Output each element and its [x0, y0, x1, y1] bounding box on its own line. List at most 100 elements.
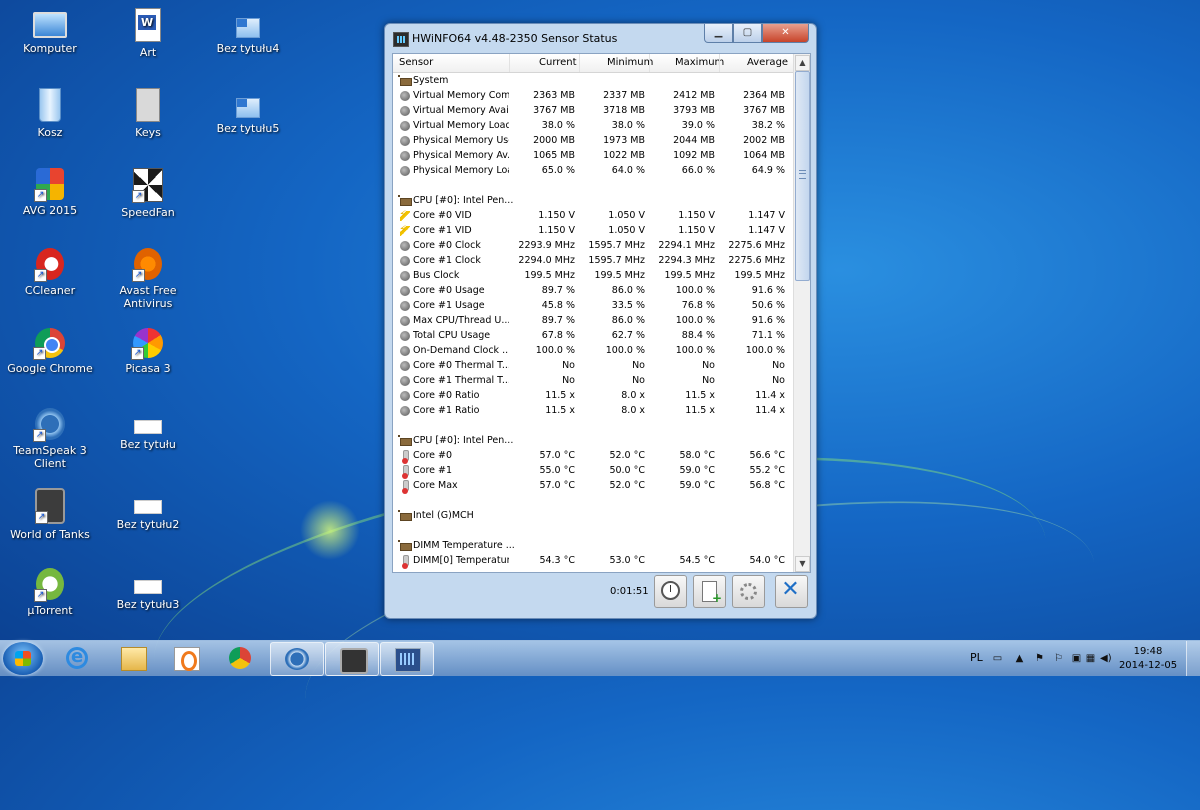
close-sensors-button[interactable]: ✕ [775, 575, 808, 608]
desktop-icon-speedfan[interactable]: ↗ SpeedFan [98, 168, 198, 219]
desktop-icon-bez-tytulu5[interactable]: Bez tytułu5 [198, 88, 298, 135]
close-button[interactable]: ✕ [762, 24, 809, 43]
desktop-icon-world-of-tanks[interactable]: ↗ World of Tanks [0, 488, 100, 541]
taskbar-chrome[interactable] [215, 642, 267, 674]
folder-icon [236, 98, 260, 118]
sensor-row[interactable]: Core #1 Usage 45.8 % 33.5 % 76.8 % 50.6 % [393, 298, 793, 313]
sensor-row[interactable]: DIMM[0] Temperature 54.3 °C 53.0 °C 54.5 °C… [393, 553, 793, 569]
minimum-value: 52.0 °C [609, 450, 645, 461]
current-value: 89.7 % [541, 285, 575, 296]
sensor-row[interactable]: Max CPU/Thread U... 89.7 % 86.0 % 100.0 % 91… [393, 313, 793, 328]
action-center-flag-icon[interactable]: ⚑ [1034, 654, 1045, 664]
desktop-icon-bez-tytulu4[interactable]: Bez tytułu4 [198, 8, 298, 55]
header-current[interactable]: Current [539, 57, 577, 68]
desktop-icon-recycle-bin[interactable]: Kosz [0, 88, 100, 139]
sensor-row[interactable]: On-Demand Clock ... 100.0 % 100.0 % 100.0 %… [393, 343, 793, 358]
scroll-up-arrow[interactable]: ▲ [795, 55, 810, 71]
gear-icon [740, 583, 757, 600]
flag-icon[interactable]: ⚐ [1053, 654, 1064, 664]
taskbar-hwinfo[interactable] [380, 642, 434, 676]
desktop-icon-bez-tytulu[interactable]: Bez tytułu [98, 408, 198, 451]
sensor-name: Core #1 Usage [413, 300, 485, 311]
desktop-icon-utorrent[interactable]: ↗ µTorrent [0, 568, 100, 617]
header-sensor[interactable]: Sensor [399, 57, 433, 68]
desktop-icon-bez-tytulu3[interactable]: Bez tytułu3 [98, 568, 198, 611]
scroll-down-arrow[interactable]: ▼ [795, 556, 810, 572]
sensor-row[interactable]: Physical Memory Used 2000 MB 1973 MB 2044 M… [393, 133, 793, 148]
desktop-icon-ccleaner[interactable]: ↗ CCleaner [0, 248, 100, 297]
sensor-row[interactable]: Core #1 Clock 2294.0 MHz 1595.7 MHz 2294.3 … [393, 253, 793, 268]
header-maximum[interactable]: Maximum [675, 57, 724, 68]
sensor-row[interactable]: Total CPU Usage 67.8 % 62.7 % 88.4 % 71.1 % [393, 328, 793, 343]
header-minimum[interactable]: Minimum [607, 57, 653, 68]
spacer-row [393, 178, 793, 193]
taskbar-world-of-tanks[interactable] [325, 642, 379, 676]
average-value: 71.1 % [751, 330, 785, 341]
sensor-row[interactable]: Physical Memory Av... 1065 MB 1022 MB 1092 … [393, 148, 793, 163]
vertical-scrollbar[interactable]: ▲ ▼ [793, 54, 810, 572]
desktop-icon-computer[interactable]: Komputer [0, 8, 100, 55]
sensor-row[interactable]: Core #0 57.0 °C 52.0 °C 58.0 °C 56.6 °C [393, 448, 793, 464]
header-divider[interactable] [579, 54, 580, 72]
show-desktop-button[interactable] [1186, 641, 1200, 676]
taskbar-teamspeak[interactable] [270, 642, 324, 676]
title-bar[interactable]: HWiNFO64 v4.48-2350 Sensor Status ▁ ▢ ✕ [385, 24, 816, 52]
sensor-row[interactable]: Virtual Memory Avai... 3767 MB 3718 MB 3793… [393, 103, 793, 118]
volume-icon[interactable]: ◀) [1100, 654, 1112, 664]
sensor-row[interactable]: Core Max 57.0 °C 52.0 °C 59.0 °C 56.8 °C [393, 478, 793, 494]
start-button[interactable] [3, 642, 43, 675]
sensor-row[interactable]: Physical Memory Load 65.0 % 64.0 % 66.0 % 64… [393, 163, 793, 178]
desktop-icon-bez-tytulu2[interactable]: Bez tytułu2 [98, 488, 198, 531]
sensor-row[interactable]: Core #0 VID 1.150 V 1.050 V 1.150 V 1.147 V [393, 208, 793, 223]
language-indicator[interactable]: PL [970, 651, 983, 664]
sensor-row[interactable]: Core #1 VID 1.150 V 1.050 V 1.150 V 1.147 V [393, 223, 793, 238]
show-hidden-icons-chevron[interactable]: ▲ [1014, 654, 1025, 664]
sensor-row[interactable]: Core #1 Ratio 11.5 x 8.0 x 11.5 x 11.4 x [393, 403, 793, 418]
header-divider[interactable] [509, 54, 510, 72]
desktop-icon-art[interactable]: Art [98, 8, 198, 59]
settings-button[interactable] [732, 575, 765, 608]
sensor-row[interactable]: Bus Clock 199.5 MHz 199.5 MHz 199.5 MHz 199.… [393, 268, 793, 283]
sensor-row[interactable]: Core #0 Ratio 11.5 x 8.0 x 11.5 x 11.4 x [393, 388, 793, 403]
sensor-row[interactable]: Core #1 Thermal T... No No No No [393, 373, 793, 388]
network-icon[interactable]: ▦ [1085, 654, 1096, 664]
sensor-group-row[interactable]: Intel (G)MCH [393, 508, 793, 523]
header-divider[interactable] [649, 54, 650, 72]
desktop-icon-picasa[interactable]: ↗ Picasa 3 [98, 328, 198, 375]
sensor-group-row[interactable]: CPU [#0]: Intel Pen... [393, 193, 793, 208]
sensor-row[interactable]: Virtual Memory Com... 2363 MB 2337 MB 2412 … [393, 88, 793, 103]
taskbar-explorer[interactable] [107, 642, 159, 674]
blank-file-icon [134, 420, 162, 434]
header-average[interactable]: Average [747, 57, 788, 68]
reset-timer-button[interactable] [654, 575, 687, 608]
header-divider[interactable] [719, 54, 720, 72]
sensor-group-row[interactable]: System [393, 73, 793, 88]
taskbar-media-player[interactable] [160, 642, 212, 674]
desktop-icon-avast[interactable]: ↗ Avast Free Antivirus [98, 248, 198, 310]
sensor-group-row[interactable]: DIMM Temperature ... [393, 538, 793, 553]
sensor-row[interactable]: Core #1 55.0 °C 50.0 °C 59.0 °C 55.2 °C [393, 463, 793, 479]
chip-icon [398, 195, 412, 206]
sensor-row[interactable]: Core #0 Usage 89.7 % 86.0 % 100.0 % 91.6 % [393, 283, 793, 298]
sensor-row[interactable]: Virtual Memory Load 38.0 % 38.0 % 39.0 % 38.… [393, 118, 793, 133]
current-value: 67.8 % [541, 330, 575, 341]
minimize-button[interactable]: ▁ [704, 24, 733, 43]
sensor-group-row[interactable]: CPU [#0]: Intel Pen... [393, 433, 793, 448]
keyboard-icon[interactable]: ▭ [992, 654, 1003, 664]
desktop-icon-keys[interactable]: Keys [98, 88, 198, 139]
scroll-thumb[interactable] [795, 71, 810, 281]
desktop-icon-teamspeak[interactable]: ↗ TeamSpeak 3 Client [0, 408, 100, 470]
logging-button[interactable] [693, 575, 726, 608]
taskbar-internet-explorer[interactable] [52, 642, 104, 674]
computer-icon [33, 12, 67, 38]
desktop-icon-avg[interactable]: ↗ AVG 2015 [0, 168, 100, 217]
maximize-button[interactable]: ▢ [733, 24, 762, 43]
sensor-name: Virtual Memory Avai... [413, 105, 509, 116]
usb-device-icon[interactable]: ▣ [1071, 654, 1082, 664]
minimum-value: 100.0 % [605, 345, 645, 356]
sensor-icon [400, 91, 410, 101]
system-clock[interactable]: 19:48 2014-12-05 [1118, 645, 1178, 673]
desktop-icon-chrome[interactable]: ↗ Google Chrome [0, 328, 100, 375]
sensor-row[interactable]: Core #0 Clock 2293.9 MHz 1595.7 MHz 2294.1 … [393, 238, 793, 253]
sensor-row[interactable]: Core #0 Thermal T... No No No No [393, 358, 793, 373]
